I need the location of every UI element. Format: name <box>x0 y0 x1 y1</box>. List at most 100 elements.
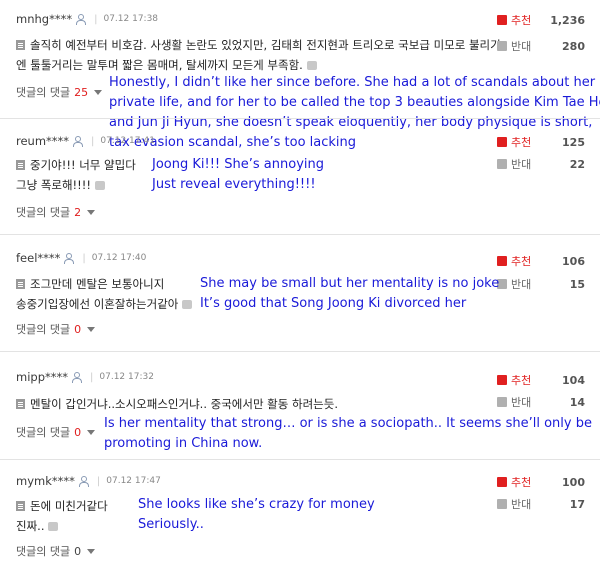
document-icon <box>16 279 25 289</box>
comment-author[interactable]: mnhg**** | 07.12 17:38 <box>16 12 158 26</box>
upvote-button[interactable]: 추천 106 <box>497 253 585 269</box>
translation-overlay: Joong Ki!!! She’s annoying Just reveal e… <box>152 155 324 195</box>
attachment-icon <box>182 300 193 309</box>
upvote-label: 추천 <box>511 374 532 387</box>
separator: | <box>82 252 86 264</box>
translation-line: promoting in China now. <box>104 436 263 451</box>
document-icon <box>16 501 25 511</box>
comment-text-line: 중기야!!! 너무 얄밉다 <box>30 158 136 172</box>
upvote-label: 추천 <box>511 476 532 489</box>
document-icon <box>16 40 25 50</box>
comment-body: 중기야!!! 너무 얄밉다 그냥 폭로해!!!! <box>16 155 136 195</box>
comment-date: 07.12 17:41 <box>100 136 155 146</box>
upvote-count: 1,236 <box>550 13 585 27</box>
reply-toggle[interactable]: 댓글의 댓글 25 <box>16 84 103 100</box>
comment-body: 돈에 미친거같다 진짜.. <box>16 496 108 536</box>
comment-text-line: 엔 툴툴거리는 말투며 짧은 몸매며, 탈세까지 모든게 부족함. <box>16 58 303 72</box>
thumbs-up-icon <box>497 15 507 25</box>
thumbs-down-icon <box>497 397 507 407</box>
comment-text-line: 송중기입장에선 이혼잘하는거같아 <box>16 297 179 311</box>
divider <box>0 459 600 460</box>
translation-line: private life, and for her to be called t… <box>109 95 600 110</box>
upvote-count: 100 <box>562 475 585 489</box>
chevron-down-icon <box>87 430 96 435</box>
reply-count: 2 <box>74 206 82 219</box>
comment-author[interactable]: mipp**** | 07.12 17:32 <box>16 370 154 384</box>
downvote-label: 반대 <box>511 158 532 171</box>
thumbs-down-icon <box>497 41 507 51</box>
comment-text-line: 그냥 폭로해!!!! <box>16 178 91 192</box>
divider <box>0 351 600 352</box>
reply-label: 댓글의 댓글 <box>16 545 71 558</box>
reply-label: 댓글의 댓글 <box>16 426 71 439</box>
thumbs-down-icon <box>497 159 507 169</box>
comments-page: mnhg**** | 07.12 17:38 추천 1,236 솔직히 예전부터… <box>0 0 600 565</box>
downvote-count: 22 <box>569 157 585 171</box>
downvote-button[interactable]: 반대 280 <box>497 38 585 54</box>
upvote-label: 추천 <box>511 136 532 149</box>
reply-toggle[interactable]: 댓글의 댓글 0 <box>16 543 96 559</box>
comment-date: 07.12 17:40 <box>91 253 147 263</box>
downvote-button[interactable]: 반대 14 <box>497 394 585 410</box>
divider <box>0 234 600 235</box>
upvote-count: 104 <box>562 373 585 387</box>
chevron-down-icon <box>87 549 96 554</box>
upvote-count: 106 <box>562 254 585 268</box>
translation-overlay: She may be small but her mentality is no… <box>200 274 499 314</box>
translation-overlay: She looks like she’s crazy for money Ser… <box>138 495 375 535</box>
divider <box>0 118 600 119</box>
username[interactable]: mipp**** <box>16 370 68 384</box>
upvote-count: 125 <box>562 135 585 149</box>
username[interactable]: feel**** <box>16 251 60 265</box>
translation-line: Honestly, I didn’t like her since before… <box>109 75 596 90</box>
user-icon <box>78 475 89 487</box>
downvote-button[interactable]: 반대 22 <box>497 156 585 172</box>
translation-line: She looks like she’s crazy for money <box>138 497 375 512</box>
downvote-count: 280 <box>562 39 585 53</box>
reply-label: 댓글의 댓글 <box>16 323 71 336</box>
downvote-label: 반대 <box>511 396 532 409</box>
reply-count: 0 <box>74 545 82 558</box>
comment-date: 07.12 17:32 <box>99 372 154 382</box>
comment-author[interactable]: reum**** | 07.12 17:41 <box>16 134 155 148</box>
downvote-count: 17 <box>569 497 585 511</box>
reply-toggle[interactable]: 댓글의 댓글 2 <box>16 204 96 220</box>
downvote-button[interactable]: 반대 15 <box>497 276 585 292</box>
user-icon <box>73 135 84 147</box>
comment-date: 07.12 17:38 <box>103 14 159 24</box>
user-icon <box>72 371 82 383</box>
reply-count: 0 <box>74 426 82 439</box>
username[interactable]: reum**** <box>16 134 69 148</box>
username[interactable]: mymk**** <box>16 474 75 488</box>
comment-author[interactable]: feel**** | 07.12 17:40 <box>16 251 146 265</box>
upvote-button[interactable]: 추천 104 <box>497 372 585 388</box>
attachment-icon <box>48 522 59 531</box>
upvote-button[interactable]: 추천 125 <box>497 134 585 150</box>
thumbs-up-icon <box>497 137 507 147</box>
document-icon <box>16 160 25 170</box>
attachment-icon <box>306 61 317 70</box>
downvote-label: 반대 <box>511 40 532 53</box>
downvote-count: 15 <box>569 277 585 291</box>
attachment-icon <box>95 181 105 190</box>
reply-toggle[interactable]: 댓글의 댓글 0 <box>16 424 96 440</box>
thumbs-down-icon <box>497 499 507 509</box>
username[interactable]: mnhg**** <box>16 12 72 26</box>
upvote-button[interactable]: 추천 1,236 <box>497 12 585 28</box>
upvote-button[interactable]: 추천 100 <box>497 474 585 490</box>
downvote-button[interactable]: 반대 17 <box>497 496 585 512</box>
reply-toggle[interactable]: 댓글의 댓글 0 <box>16 321 96 337</box>
translation-line: It’s good that Song Joong Ki divorced he… <box>200 296 467 311</box>
chevron-down-icon <box>87 327 96 332</box>
separator: | <box>94 13 98 25</box>
chevron-down-icon <box>94 90 103 95</box>
comment-author[interactable]: mymk**** | 07.12 17:47 <box>16 474 161 488</box>
comment-text-line: 솔직히 예전부터 비호감. 사생활 논란도 있었지만, 김태희 전지현과 트리오… <box>30 38 501 52</box>
separator: | <box>90 371 94 383</box>
comment-date: 07.12 17:47 <box>106 476 161 486</box>
thumbs-up-icon <box>497 256 507 266</box>
translation-line: Joong Ki!!! She’s annoying <box>152 157 324 172</box>
upvote-label: 추천 <box>511 14 532 27</box>
upvote-label: 추천 <box>511 255 532 268</box>
reply-label: 댓글의 댓글 <box>16 86 71 99</box>
